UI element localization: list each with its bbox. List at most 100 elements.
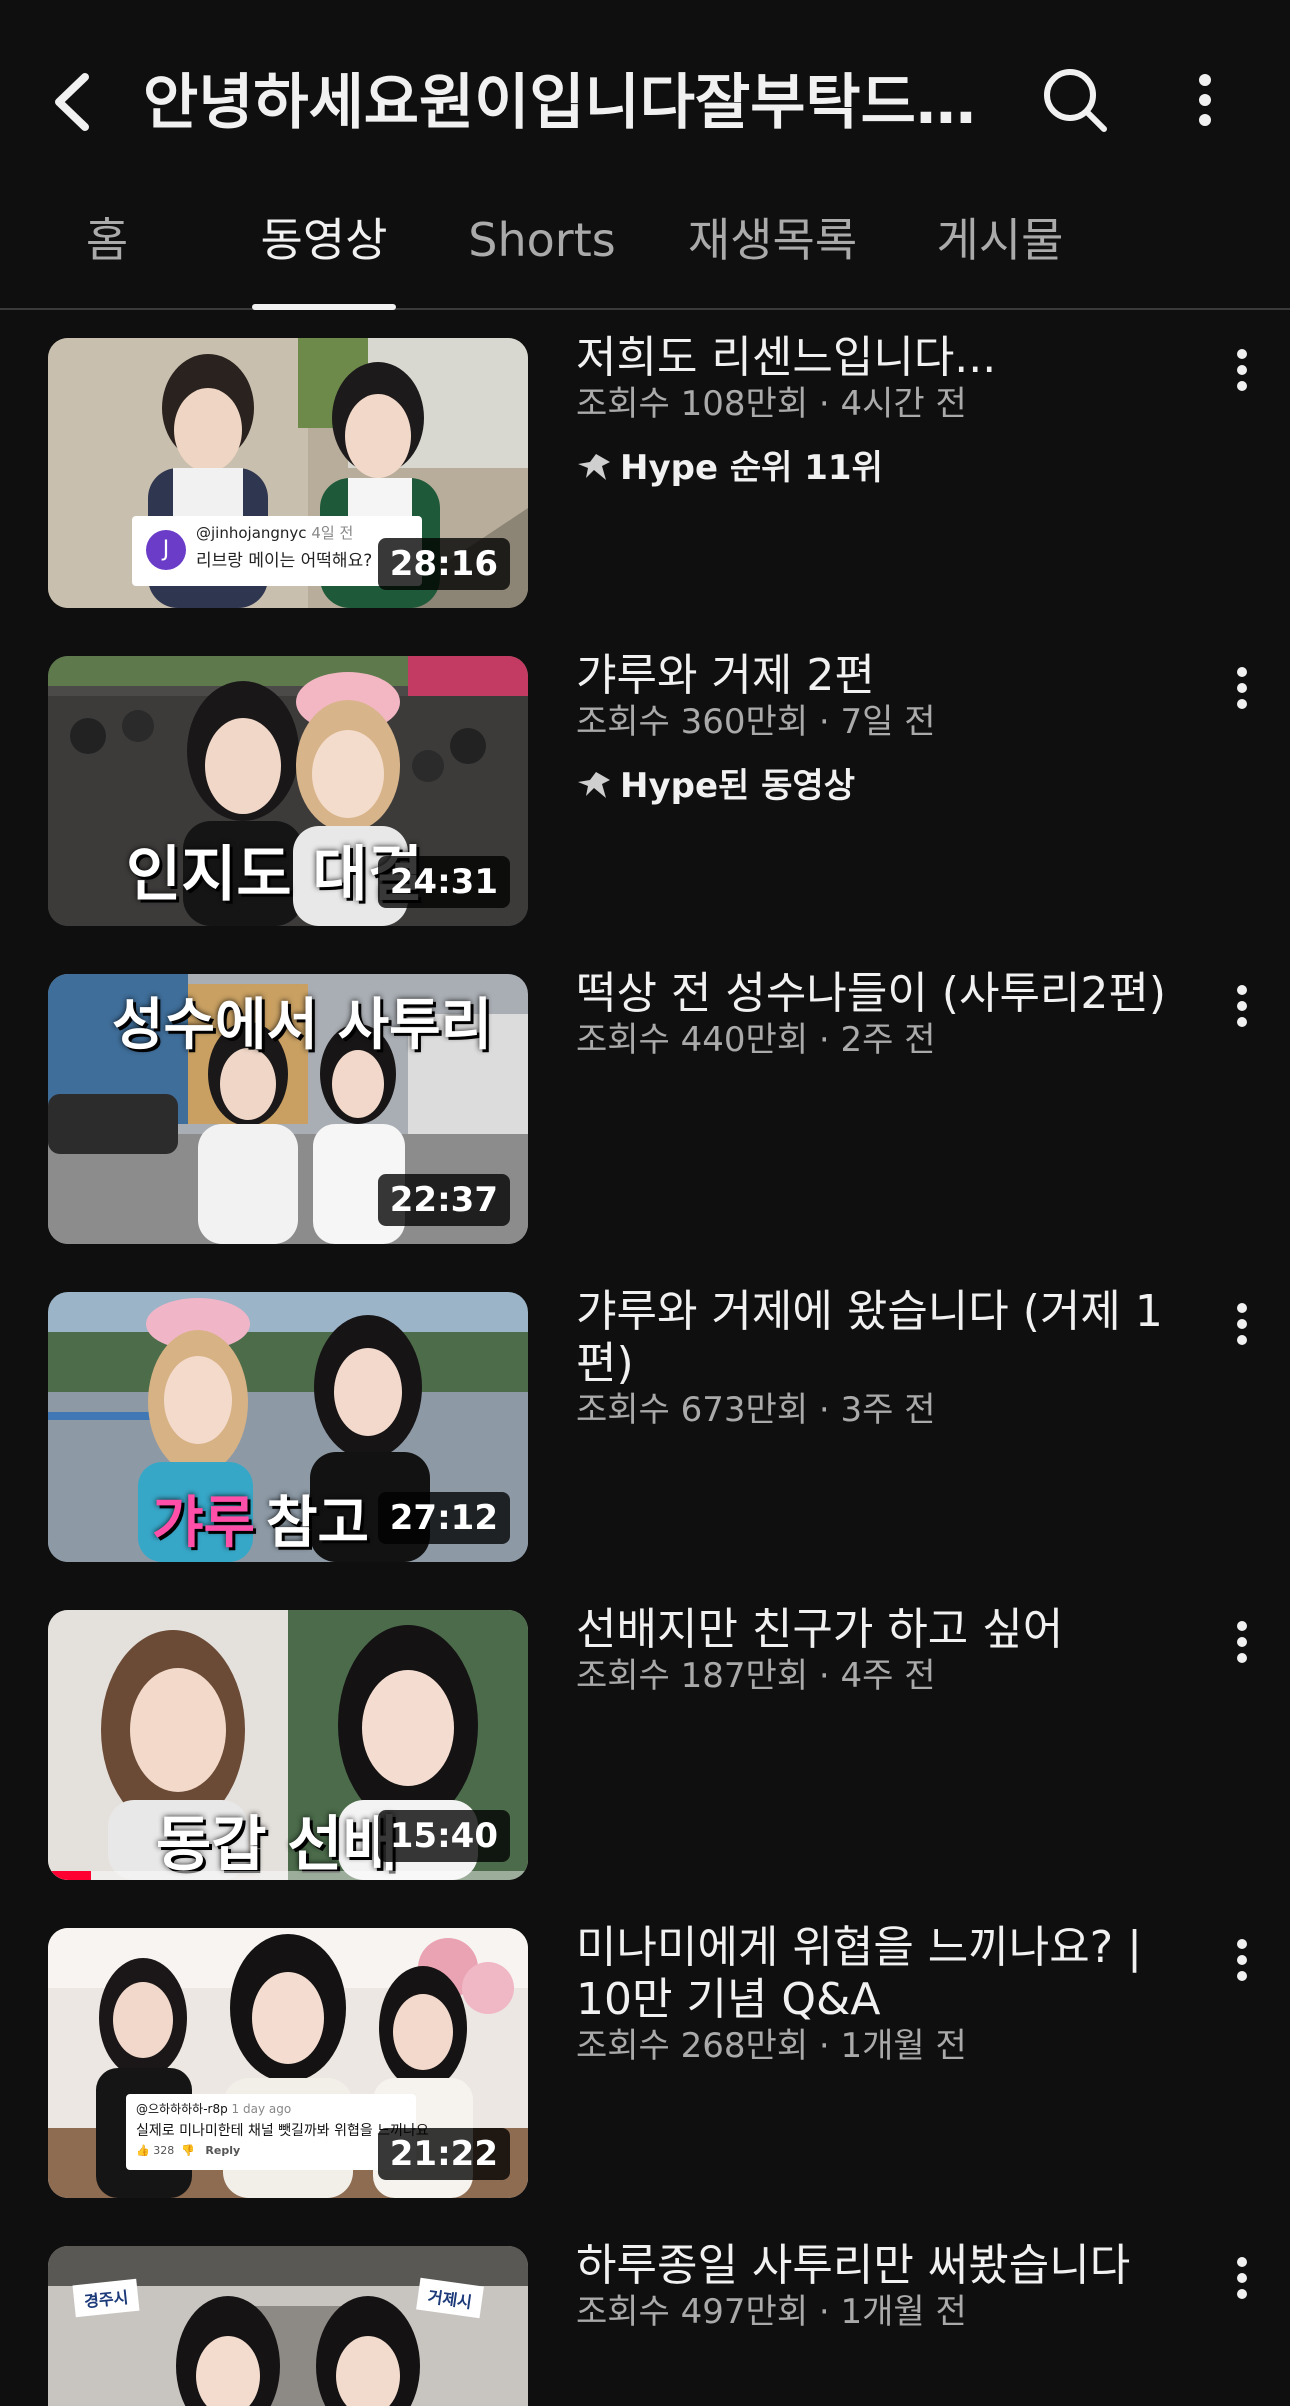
watch-progress-track: [48, 1871, 528, 1880]
video-thumbnail[interactable]: 동갑 선배 15:40: [48, 1610, 528, 1880]
more-vert-icon: [1237, 667, 1247, 709]
watch-progress-bar: [48, 1871, 92, 1880]
video-title: 떡상 전 성수나들이 (사투리2편): [576, 968, 1167, 1019]
hype-badge: Hype 순위 11위: [576, 446, 1186, 490]
tab-posts[interactable]: 게시물: [930, 205, 1070, 308]
video-menu-button[interactable]: [1218, 2246, 1266, 2310]
arrow-back-icon: [55, 73, 89, 131]
tab-label: Shorts: [468, 213, 616, 267]
video-thumbnail[interactable]: 경주시 거제시: [48, 2246, 528, 2406]
video-item[interactable]: 인지도 대결 24:31 갸루와 거제 2편 조회수 360만회 · 7일 전 …: [0, 650, 1290, 926]
comment-ago: 1 day ago: [231, 2102, 292, 2116]
hype-badge-label: Hype된 동영상: [620, 766, 855, 806]
video-thumbnail[interactable]: @으하하하하-r8p 1 day ago 실제로 미나미한테 채널 뺏길까봐 위…: [48, 1928, 528, 2198]
video-menu-button[interactable]: [1218, 1928, 1266, 1992]
video-info: 하루종일 사투리만 써봤습니다 조회수 497만회 · 1개월 전: [576, 2240, 1186, 2334]
tab-label: 홈: [85, 213, 129, 267]
hype-icon: [578, 772, 610, 798]
tab-label: 동영상: [260, 213, 388, 267]
video-menu-button[interactable]: [1218, 1292, 1266, 1356]
thumbnail-caption: 참고: [266, 1490, 370, 1556]
search-button[interactable]: [1035, 60, 1115, 140]
tab-playlists[interactable]: 재생목록: [685, 205, 860, 308]
thumbnail-image: [48, 2246, 528, 2406]
like-count: 328: [153, 2144, 175, 2157]
video-info: 미나미에게 위협을 느끼나요? | 10만 기념 Q&A 조회수 268만회 ·…: [576, 1922, 1186, 2068]
video-thumbnail[interactable]: 성수에서 사투리 22:37: [48, 974, 528, 1244]
more-vert-icon: [1237, 1303, 1247, 1345]
video-title: 갸루와 거제에 왔습니다 (거제 1편): [576, 1286, 1163, 1389]
more-options-button[interactable]: [1165, 60, 1245, 140]
video-thumbnail[interactable]: J @jinhojangnyc 4일 전 리브랑 메이는 어떡해요? 28:16: [48, 338, 528, 608]
video-thumbnail[interactable]: 갸루 참고 27:12: [48, 1292, 528, 1562]
video-title: 미나미에게 위협을 느끼나요? | 10만 기념 Q&A: [576, 1922, 1142, 2025]
more-vert-icon: [1237, 1621, 1247, 1663]
comment-handle: @으하하하하-r8p 1 day ago: [136, 2100, 291, 2117]
tab-label: 게시물: [936, 213, 1064, 267]
tab-shorts[interactable]: Shorts: [462, 205, 622, 308]
tab-videos[interactable]: 동영상: [252, 205, 396, 310]
top-app-bar: 안녕하세요원이입니다잘부탁드리겠습니다: [0, 0, 1290, 205]
more-vert-icon: [1237, 985, 1247, 1027]
video-info: 갸루와 거제에 왔습니다 (거제 1편) 조회수 673만회 · 3주 전: [576, 1286, 1186, 1432]
duration-badge: 15:40: [377, 1810, 510, 1862]
video-item[interactable]: 경주시 거제시 하루종일 사투리만 써봤습니다 조회수 497만회 · 1개월 …: [0, 2240, 1290, 2406]
hype-icon: [578, 454, 610, 480]
duration-badge: 24:31: [377, 856, 510, 908]
hype-badge-label: Hype 순위 11위: [620, 448, 883, 488]
thumbnail-caption: 동갑 선배: [156, 1810, 398, 1880]
video-item[interactable]: 동갑 선배 15:40 선배지만 친구가 하고 싶어 조회수 187만회 · 4…: [0, 1604, 1290, 1880]
video-meta: 조회수 673만회 · 3주 전: [576, 1390, 936, 1430]
comment-text: 리브랑 메이는 어떡해요?: [196, 551, 373, 571]
channel-title: 안녕하세요원이입니다잘부탁드리겠습니다: [143, 68, 1003, 138]
video-meta: 조회수 360만회 · 7일 전: [576, 702, 936, 742]
comment-handle: @jinhojangnyc 4일 전: [196, 522, 353, 543]
tab-label: 재생목록: [687, 213, 858, 267]
video-info: 저희도 리센느입니다... 조회수 108만회 · 4시간 전 Hype 순위 …: [576, 332, 1186, 490]
video-meta: 조회수 108만회 · 4시간 전: [576, 384, 967, 424]
avatar: J: [146, 530, 186, 570]
comment-handle-text: @jinhojangnyc: [196, 524, 307, 542]
video-item[interactable]: J @jinhojangnyc 4일 전 리브랑 메이는 어떡해요? 28:16…: [0, 332, 1290, 608]
video-menu-button[interactable]: [1218, 1610, 1266, 1674]
video-title: 갸루와 거제 2편: [576, 650, 875, 701]
video-title: 저희도 리센느입니다...: [576, 332, 997, 383]
duration-badge: 27:12: [377, 1492, 510, 1544]
video-meta: 조회수 497만회 · 1개월 전: [576, 2292, 967, 2332]
video-menu-button[interactable]: [1218, 338, 1266, 402]
active-tab-indicator: [252, 304, 396, 310]
video-meta: 조회수 187만회 · 4주 전: [576, 1656, 936, 1696]
search-icon: [1044, 69, 1107, 132]
reply-label: Reply: [205, 2144, 241, 2157]
comment-overlay: @으하하하하-r8p 1 day ago 실제로 미나미한테 채널 뺏길까봐 위…: [126, 2094, 429, 2170]
video-menu-button[interactable]: [1218, 656, 1266, 720]
more-vert-icon: [1237, 1939, 1247, 1981]
channel-tabs: 홈 동영상 Shorts 재생목록 게시물: [0, 205, 1290, 310]
video-meta: 조회수 268만회 · 1개월 전: [576, 2026, 967, 2066]
video-menu-button[interactable]: [1218, 974, 1266, 1038]
sign-left: 경주시: [72, 2278, 140, 2318]
video-title: 하루종일 사투리만 써봤습니다: [576, 2240, 1131, 2291]
comment-handle-text: @으하하하하-r8p: [136, 2102, 228, 2116]
video-meta: 조회수 440만회 · 2주 전: [576, 1020, 936, 1060]
video-item[interactable]: @으하하하하-r8p 1 day ago 실제로 미나미한테 채널 뺏길까봐 위…: [0, 1922, 1290, 2198]
tab-home[interactable]: 홈: [62, 205, 152, 308]
video-item[interactable]: 성수에서 사투리 22:37 떡상 전 성수나들이 (사투리2편) 조회수 44…: [0, 968, 1290, 1244]
hype-badge: Hype된 동영상: [576, 764, 1186, 808]
back-button[interactable]: [38, 62, 104, 142]
duration-badge: 22:37: [377, 1174, 510, 1226]
video-title: 선배지만 친구가 하고 싶어: [576, 1604, 1064, 1655]
video-item[interactable]: 갸루 참고 27:12 갸루와 거제에 왔습니다 (거제 1편) 조회수 673…: [0, 1286, 1290, 1562]
video-info: 선배지만 친구가 하고 싶어 조회수 187만회 · 4주 전: [576, 1604, 1186, 1698]
thumbs-up-icon: 👍: [136, 2144, 150, 2157]
comment-actions: 👍 328 👎 Reply: [136, 2144, 240, 2157]
video-thumbnail[interactable]: 인지도 대결 24:31: [48, 656, 528, 926]
more-vert-icon: [1237, 2257, 1247, 2299]
thumbnail-caption: 성수에서 사투리: [112, 992, 493, 1058]
video-info: 갸루와 거제 2편 조회수 360만회 · 7일 전 Hype된 동영상: [576, 650, 1186, 808]
more-vert-icon: [1237, 349, 1247, 391]
thumbnail-caption-pink: 갸루: [152, 1490, 256, 1556]
more-vert-icon: [1199, 74, 1211, 126]
video-info: 떡상 전 성수나들이 (사투리2편) 조회수 440만회 · 2주 전: [576, 968, 1186, 1062]
thumbs-down-icon: 👎: [177, 2144, 202, 2157]
